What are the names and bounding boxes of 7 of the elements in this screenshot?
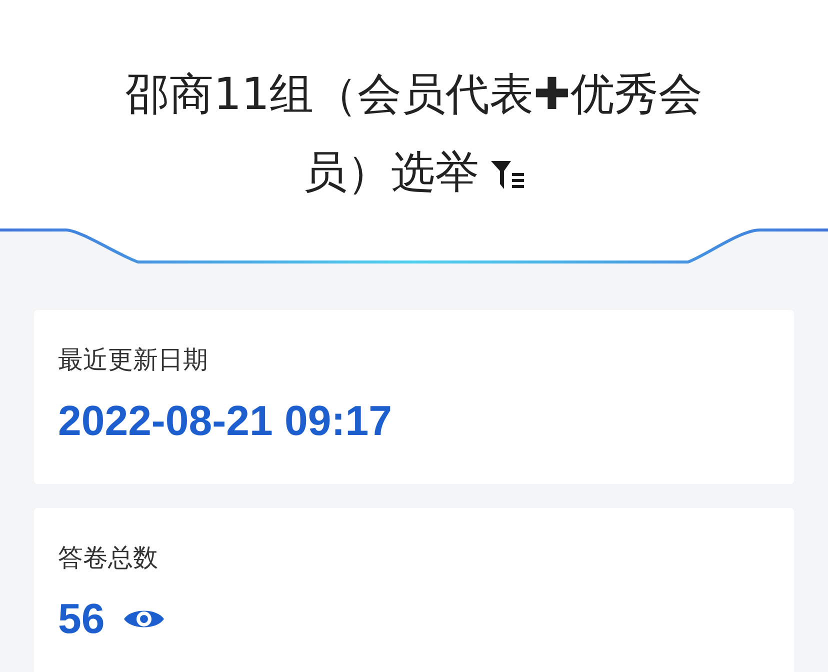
stat-label: 最近更新日期 [58,344,209,376]
stat-value: 56 [58,594,105,644]
filter-icon[interactable] [491,160,525,190]
stat-value: 2022-08-21 09:17 [58,396,392,446]
survey-title: 邵商11组（会员代表✚优秀会 [126,69,702,120]
survey-title: 员）选举 [303,147,479,198]
stat-label: 答卷总数 [58,542,159,574]
